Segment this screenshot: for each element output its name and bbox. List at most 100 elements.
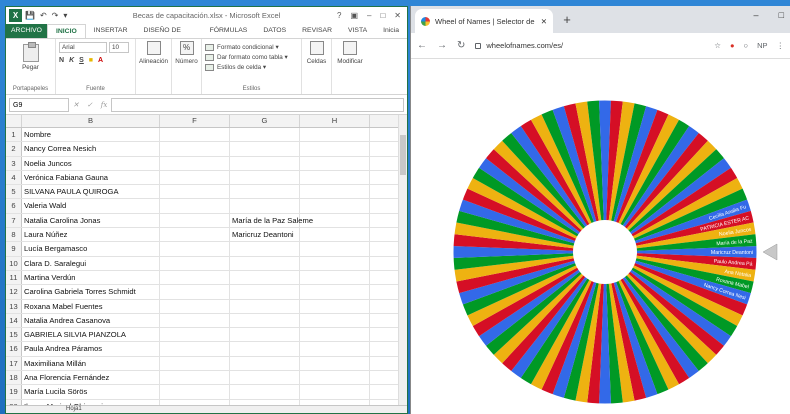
redo-icon[interactable]: ↷ — [52, 11, 59, 20]
column-header-f[interactable]: F — [160, 115, 230, 127]
format-table-button[interactable]: Dar formato como tabla ▾ — [205, 52, 298, 62]
cell-styles-button[interactable]: Estilos de celda ▾ — [205, 62, 298, 72]
browser-minimize-button[interactable]: – — [754, 10, 759, 20]
browser-maximize-button[interactable]: □ — [779, 10, 784, 20]
cell-g[interactable] — [230, 299, 300, 313]
address-bar[interactable]: wheelofnames.com/es/ — [475, 37, 704, 55]
close-button[interactable]: ✕ — [394, 11, 401, 20]
cell-g[interactable] — [230, 199, 300, 213]
cell-b[interactable]: Noelia Juncos — [22, 156, 160, 170]
italic-button[interactable]: K — [69, 57, 74, 64]
row-header[interactable]: 6 — [6, 199, 22, 213]
cell-b[interactable]: SILVANA PAULA QUIROGA — [22, 185, 160, 199]
cell-f[interactable] — [160, 371, 230, 385]
tab-vista[interactable]: VISTA — [340, 24, 375, 38]
row-header[interactable]: 13 — [6, 299, 22, 313]
cell-f[interactable] — [160, 328, 230, 342]
cell-h[interactable] — [300, 128, 370, 142]
cell-g[interactable] — [230, 342, 300, 356]
fill-color-icon[interactable]: ■ — [89, 57, 93, 64]
customize-qat-icon[interactable]: ▾ — [63, 11, 67, 20]
cell-h[interactable] — [300, 285, 370, 299]
cell-b[interactable]: Valeria Wald — [22, 199, 160, 213]
bold-button[interactable]: N — [59, 57, 64, 64]
cell-g[interactable] — [230, 185, 300, 199]
row-header[interactable]: 7 — [6, 213, 22, 228]
cell-h[interactable] — [300, 371, 370, 385]
vertical-scrollbar[interactable] — [398, 115, 407, 405]
table-row[interactable]: 7 Natalia Carolina Jonas María de la Paz S… — [6, 213, 407, 229]
cell-h[interactable] — [300, 342, 370, 356]
cell-f[interactable] — [160, 313, 230, 328]
table-row[interactable]: 16 Paula Andrea Páramos — [6, 342, 407, 357]
table-row[interactable]: 8 Laura Núñez Maricruz Deantoni — [6, 228, 407, 243]
number-button[interactable]: % Número — [172, 39, 202, 94]
cell-f[interactable] — [160, 170, 230, 185]
back-icon[interactable]: ← — [417, 40, 427, 51]
row-header[interactable]: 15 — [6, 328, 22, 342]
tab-revisar[interactable]: REVISAR — [294, 24, 340, 38]
cell-b[interactable]: Martina Verdún — [22, 270, 160, 285]
table-row[interactable]: 17 Maximiliana Millán — [6, 356, 407, 372]
table-row[interactable]: 15 GABRIELA SILVIA PIANZOLA — [6, 328, 407, 343]
column-header-g[interactable]: G — [230, 115, 300, 127]
row-header[interactable]: 9 — [6, 242, 22, 256]
cell-g[interactable] — [230, 256, 300, 270]
cell-b[interactable]: GABRIELA SILVIA PIANZOLA — [22, 328, 160, 342]
font-name-select[interactable]: Arial — [59, 42, 107, 53]
cell-b[interactable]: Paula Andrea Páramos — [22, 342, 160, 356]
cell-f[interactable] — [160, 156, 230, 170]
row-header[interactable]: 1 — [6, 128, 22, 142]
table-row[interactable]: 13 Roxana Mabel Fuentes — [6, 299, 407, 314]
maximize-button[interactable]: □ — [380, 11, 385, 20]
cell-f[interactable] — [160, 242, 230, 256]
column-header-h[interactable]: H — [300, 115, 370, 127]
table-row[interactable]: 5 SILVANA PAULA QUIROGA — [6, 185, 407, 200]
row-header[interactable]: 18 — [6, 371, 22, 385]
table-row[interactable]: 3 Noelia Juncos — [6, 156, 407, 171]
fx-icon[interactable]: fx — [101, 101, 108, 109]
row-header[interactable]: 19 — [6, 385, 22, 399]
row-header[interactable]: 12 — [6, 285, 22, 299]
cell-h[interactable] — [300, 313, 370, 328]
cell-h[interactable] — [300, 199, 370, 213]
alignment-button[interactable]: Alineación — [136, 39, 172, 94]
cell-g[interactable] — [230, 385, 300, 399]
table-row[interactable]: 4 Verónica Fabiana Gauna — [6, 170, 407, 186]
cell-g[interactable] — [230, 128, 300, 142]
undo-icon[interactable]: ↶ — [40, 11, 47, 20]
cell-b[interactable]: Ana Florencia Fernández — [22, 371, 160, 385]
table-row[interactable]: 10 Clara D. Saralegui — [6, 256, 407, 271]
minimize-button[interactable]: – — [367, 11, 371, 20]
browser-tab[interactable]: Wheel of Names | Selector de n... ✕ — [415, 9, 553, 33]
cell-b[interactable]: Nancy Correa Nesich — [22, 142, 160, 156]
cell-g[interactable] — [230, 285, 300, 299]
cell-f[interactable] — [160, 256, 230, 270]
row-header[interactable]: 8 — [6, 228, 22, 242]
cell-h[interactable] — [300, 242, 370, 256]
cell-f[interactable] — [160, 142, 230, 156]
table-row[interactable]: 18 Ana Florencia Fernández — [6, 371, 407, 386]
cells-button[interactable]: Celdas — [302, 39, 332, 94]
cell-h[interactable] — [300, 228, 370, 242]
extension-icon[interactable]: ● — [730, 41, 735, 50]
row-header[interactable]: 14 — [6, 313, 22, 328]
cell-g[interactable] — [230, 328, 300, 342]
row-header[interactable]: 5 — [6, 185, 22, 199]
tab-formulas[interactable]: FÓRMULAS — [202, 24, 256, 38]
select-all-corner[interactable] — [6, 115, 22, 127]
cell-h[interactable] — [300, 170, 370, 185]
table-row[interactable]: 12 Carolina Gabriela Torres Schmidt — [6, 285, 407, 300]
cell-g[interactable]: Maricruz Deantoni — [230, 228, 300, 242]
cell-b[interactable]: Carolina Gabriela Torres Schmidt — [22, 285, 160, 299]
conditional-format-button[interactable]: Formato condicional ▾ — [205, 42, 298, 52]
cell-b[interactable]: Nombre — [22, 128, 160, 142]
cell-g[interactable] — [230, 313, 300, 328]
row-header[interactable]: 4 — [6, 170, 22, 185]
wheel-center[interactable] — [573, 220, 637, 284]
cell-g[interactable] — [230, 242, 300, 256]
row-header[interactable]: 2 — [6, 142, 22, 156]
profile-avatar[interactable]: NP — [757, 41, 767, 50]
ribbon-display-button[interactable]: ▣ — [350, 11, 358, 20]
row-header[interactable]: 10 — [6, 256, 22, 270]
